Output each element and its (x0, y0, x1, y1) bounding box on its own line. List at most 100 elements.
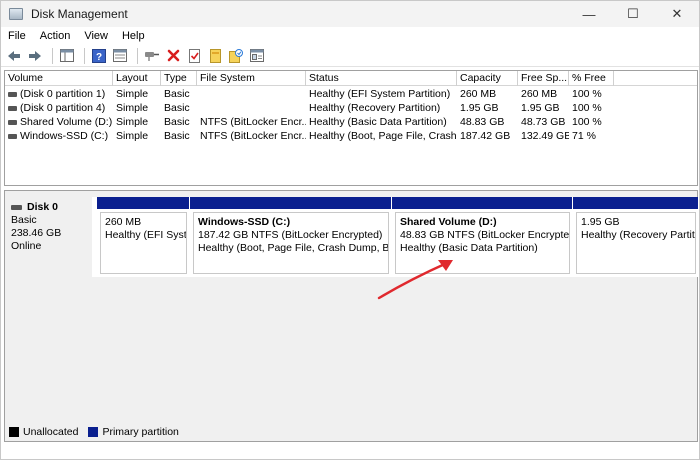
file-system-cell (197, 101, 306, 115)
volume-cell: Shared Volume (D:) (5, 115, 113, 129)
partition-status: Healthy (Basic Data Partition) (400, 242, 538, 254)
layout-cell: Simple (116, 88, 149, 100)
volume-icon (8, 105, 17, 111)
partition-size: 1.95 GB (581, 216, 620, 228)
close-button[interactable]: ✕ (655, 1, 699, 27)
partition-body: 260 MB Healthy (EFI System Partition) (100, 212, 187, 274)
partition-size: 260 MB (105, 216, 142, 228)
menu-help[interactable]: Help (115, 30, 152, 42)
connect-button[interactable] (143, 47, 161, 65)
back-button[interactable] (5, 47, 23, 65)
toolbar-separator (137, 47, 138, 64)
settings-icon (250, 49, 264, 62)
percent-free-cell: 71 % (572, 130, 596, 142)
disk-row: Disk 0 Basic 238.46 GB Online 260 MB Hea… (6, 197, 698, 277)
toolbar: ? (1, 45, 699, 67)
rescan-button[interactable] (227, 47, 245, 65)
help-icon: ? (92, 48, 106, 63)
disk-management-app-icon (9, 8, 23, 20)
menu-bar: File Action View Help (1, 27, 699, 45)
column-header-percent-free[interactable]: % Free (569, 71, 614, 86)
partition-shared-volume[interactable]: Shared Volume (D:) 48.83 GB NTFS (BitLoc… (391, 197, 572, 277)
partition-body: Shared Volume (D:) 48.83 GB NTFS (BitLoc… (395, 212, 570, 274)
console-tree-button[interactable] (58, 47, 76, 65)
column-header-volume[interactable]: Volume (5, 71, 113, 86)
partition-name: Shared Volume (D:) (400, 216, 497, 228)
legend-swatch-unallocated (9, 427, 19, 437)
column-header-file-system[interactable]: File System (197, 71, 306, 86)
legend-swatch-primary-partition (88, 427, 99, 437)
volume-name: (Disk 0 partition 4) (20, 102, 106, 114)
capacity-cell: 260 MB (460, 88, 497, 100)
partition-windows-ssd[interactable]: Windows-SSD (C:) 187.42 GB NTFS (BitLock… (189, 197, 391, 277)
legend-label-primary-partition: Primary partition (102, 426, 179, 438)
partition-name: Windows-SSD (C:) (198, 216, 291, 228)
back-icon (8, 50, 20, 61)
forward-icon (29, 50, 41, 61)
window-title: Disk Management (31, 7, 128, 21)
volume-icon (8, 133, 17, 139)
disk-info-label[interactable]: Disk 0 Basic 238.46 GB Online (6, 197, 92, 277)
delete-button[interactable] (164, 47, 182, 65)
percent-free-cell: 100 % (572, 102, 602, 114)
capacity-cell: 187.42 GB (460, 130, 511, 142)
disk-state: Online (11, 240, 42, 252)
volume-name: Windows-SSD (C:) (20, 130, 109, 142)
forward-button[interactable] (26, 47, 44, 65)
disk-graphical-pane: Disk 0 Basic 238.46 GB Online 260 MB Hea… (4, 190, 698, 442)
column-header-status[interactable]: Status (306, 71, 457, 86)
volume-cell: (Disk 0 partition 4) (5, 101, 113, 115)
column-header-type[interactable]: Type (161, 71, 197, 86)
minimize-button[interactable]: — (567, 1, 611, 27)
rescan-icon (229, 48, 243, 63)
disk-name: Disk 0 (27, 201, 58, 213)
menu-file[interactable]: File (1, 30, 33, 42)
title-bar: Disk Management — ☐ ✕ (1, 1, 699, 27)
window-controls: — ☐ ✕ (567, 1, 699, 27)
volume-name: (Disk 0 partition 1) (20, 88, 106, 100)
layout-cell: Simple (116, 130, 149, 142)
partition-efi[interactable]: 260 MB Healthy (EFI System Partition) (96, 197, 189, 277)
partition-size: 187.42 GB NTFS (BitLocker Encrypted) (198, 229, 383, 241)
partition-color-bar (189, 197, 391, 209)
folder-button[interactable] (206, 47, 224, 65)
volume-list-header: Volume Layout Type File System Status Ca… (5, 71, 697, 86)
capacity-cell: 48.83 GB (460, 116, 505, 128)
toolbar-separator (84, 47, 85, 64)
volume-row[interactable]: (Disk 0 partition 1) Simple Basic Health… (5, 87, 697, 101)
column-header-free-space[interactable]: Free Sp... (518, 71, 569, 86)
volume-row[interactable]: Windows-SSD (C:) Simple Basic NTFS (BitL… (5, 129, 697, 143)
type-cell: Basic (164, 102, 190, 114)
partition-recovery[interactable]: 1.95 GB Healthy (Recovery Partition) (572, 197, 698, 277)
partition-status: Healthy (Boot, Page File, Crash Dump, Ba… (198, 242, 389, 254)
menu-action[interactable]: Action (33, 30, 78, 42)
volume-row[interactable]: (Disk 0 partition 4) Simple Basic Health… (5, 101, 697, 115)
list-view-button[interactable] (111, 47, 129, 65)
layout-cell: Simple (116, 102, 149, 114)
partition-status: Healthy (EFI System Partition) (105, 229, 187, 241)
status-cell: Healthy (Basic Data Partition) (309, 116, 447, 128)
capacity-cell: 1.95 GB (460, 102, 499, 114)
legend-label-unallocated: Unallocated (23, 426, 79, 438)
column-header-layout[interactable]: Layout (113, 71, 161, 86)
menu-view[interactable]: View (77, 30, 115, 42)
volume-cell: (Disk 0 partition 1) (5, 87, 113, 101)
help-button[interactable]: ? (90, 47, 108, 65)
volume-cell: Windows-SSD (C:) (5, 129, 113, 143)
partition-color-bar (391, 197, 572, 209)
volume-icon (8, 91, 17, 97)
list-view-icon (113, 49, 127, 62)
maximize-button[interactable]: ☐ (611, 1, 655, 27)
partition-color-bar (96, 197, 189, 209)
connect-icon (145, 52, 159, 61)
free-space-cell: 1.95 GB (521, 102, 560, 114)
type-cell: Basic (164, 130, 190, 142)
type-cell: Basic (164, 116, 190, 128)
column-header-capacity[interactable]: Capacity (457, 71, 518, 86)
settings-button[interactable] (248, 47, 266, 65)
volume-row[interactable]: Shared Volume (D:) Simple Basic NTFS (Bi… (5, 115, 697, 129)
properties-button[interactable] (185, 47, 203, 65)
layout-cell: Simple (116, 116, 149, 128)
volume-icon (8, 119, 17, 125)
status-cell: Healthy (Recovery Partition) (309, 102, 441, 114)
